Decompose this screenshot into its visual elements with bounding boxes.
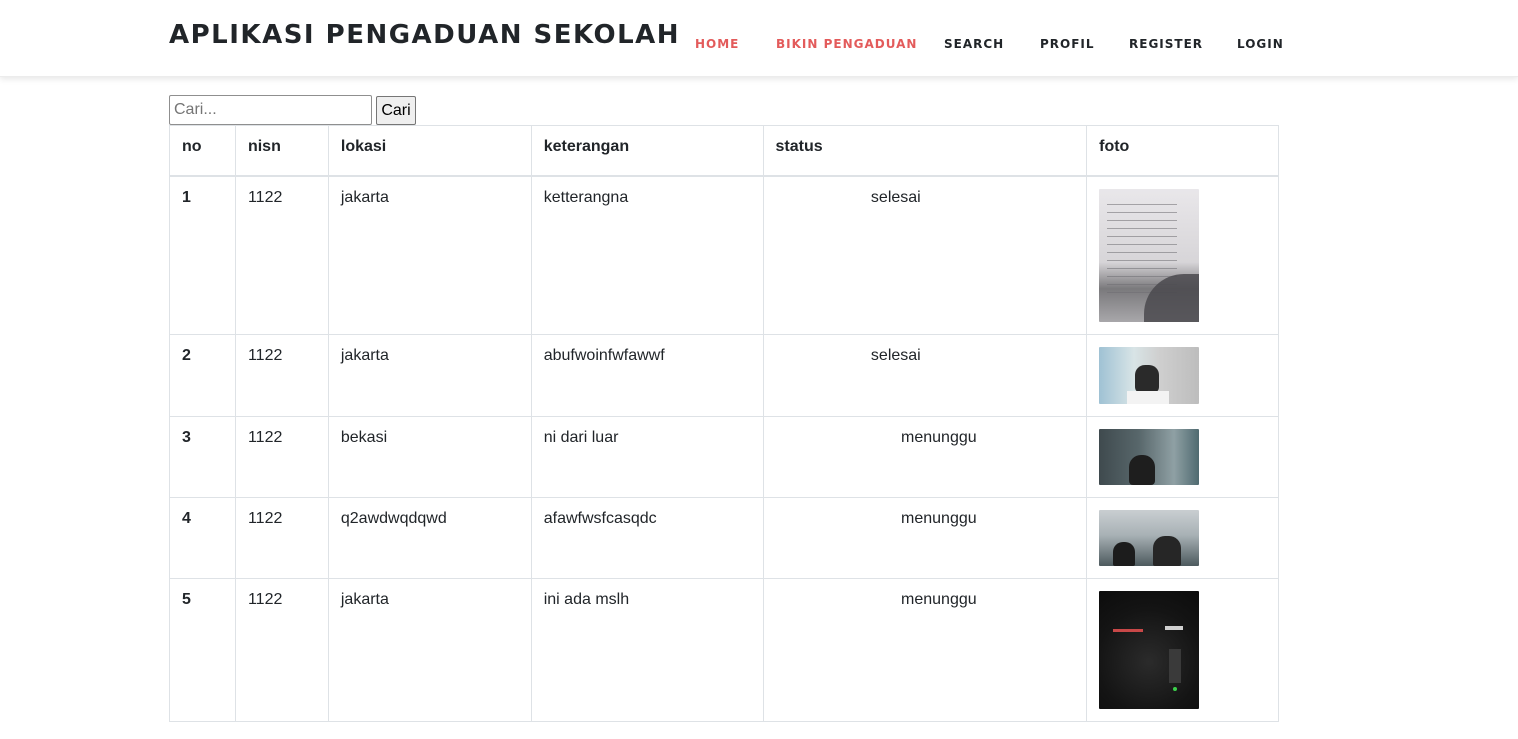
column-header-no: no [169,125,236,177]
cell-nisn: 1122 [234,496,329,579]
cell-status: selesai [762,333,1088,417]
cell-keterangan: abufwoinfwfawwf [530,333,764,417]
cell-nisn: 1122 [234,577,329,722]
column-header-keterangan: keterangan [530,125,764,177]
nav-login[interactable]: LOGIN [1237,37,1284,51]
cell-keterangan: afawfwsfcasqdc [530,496,764,579]
cell-lokasi: jakarta [327,577,532,722]
cell-foto [1086,175,1279,335]
cell-foto [1086,577,1279,722]
cell-lokasi: bekasi [327,415,532,498]
column-header-foto: foto [1086,125,1279,177]
cell-foto [1086,333,1279,417]
nav-search[interactable]: SEARCH [944,37,1004,51]
foto-thumbnail[interactable] [1099,428,1200,485]
cell-keterangan: ini ada mslh [530,577,764,722]
column-header-nisn: nisn [234,125,329,177]
table-row: 5 1122 jakarta ini ada mslh menunggu [169,577,1279,722]
cell-lokasi: q2awdwqdqwd [327,496,532,579]
foto-thumbnail[interactable] [1099,509,1200,566]
nav-register[interactable]: REGISTER [1129,37,1203,51]
cell-no: 1 [169,175,236,335]
table-row: 1 1122 jakarta ketterangna selesai [169,175,1279,335]
nav-profil[interactable]: PROFIL [1040,37,1095,51]
main-nav: HOME BIKIN PENGADUAN SEARCH PROFIL REGIS… [0,37,1518,53]
table-row: 2 1122 jakarta abufwoinfwfawwf selesai [169,333,1279,417]
foto-thumbnail[interactable] [1099,346,1200,404]
cell-foto [1086,496,1279,579]
cell-keterangan: ketterangna [530,175,764,335]
cell-nisn: 1122 [234,415,329,498]
cell-no: 2 [169,333,236,417]
column-header-status: status [762,125,1088,177]
cell-foto [1086,415,1279,498]
navbar: APLIKASI PENGADUAN SEKOLAH HOME BIKIN PE… [0,0,1518,77]
cell-lokasi: jakarta [327,175,532,335]
cell-no: 5 [169,577,236,722]
table-row: 4 1122 q2awdwqdqwd afawfwsfcasqdc menung… [169,496,1279,579]
search-input[interactable] [169,95,372,125]
cell-status: menunggu [762,577,1088,722]
cell-status: menunggu [762,415,1088,498]
cell-no: 3 [169,415,236,498]
nav-bikin-pengaduan[interactable]: BIKIN PENGADUAN [776,37,917,51]
foto-thumbnail[interactable] [1099,188,1200,322]
pengaduan-table: no nisn lokasi keterangan status foto 1 … [169,125,1279,722]
column-header-lokasi: lokasi [327,125,532,177]
cell-lokasi: jakarta [327,333,532,417]
cell-keterangan: ni dari luar [530,415,764,498]
cell-status: selesai [762,175,1088,335]
search-button[interactable]: Cari [376,96,416,125]
table-row: 3 1122 bekasi ni dari luar menunggu [169,415,1279,498]
cell-nisn: 1122 [234,333,329,417]
cell-no: 4 [169,496,236,579]
foto-thumbnail[interactable] [1099,590,1200,709]
cell-nisn: 1122 [234,175,329,335]
table-header-row: no nisn lokasi keterangan status foto [169,125,1279,177]
cell-status: menunggu [762,496,1088,579]
nav-home[interactable]: HOME [695,37,739,51]
